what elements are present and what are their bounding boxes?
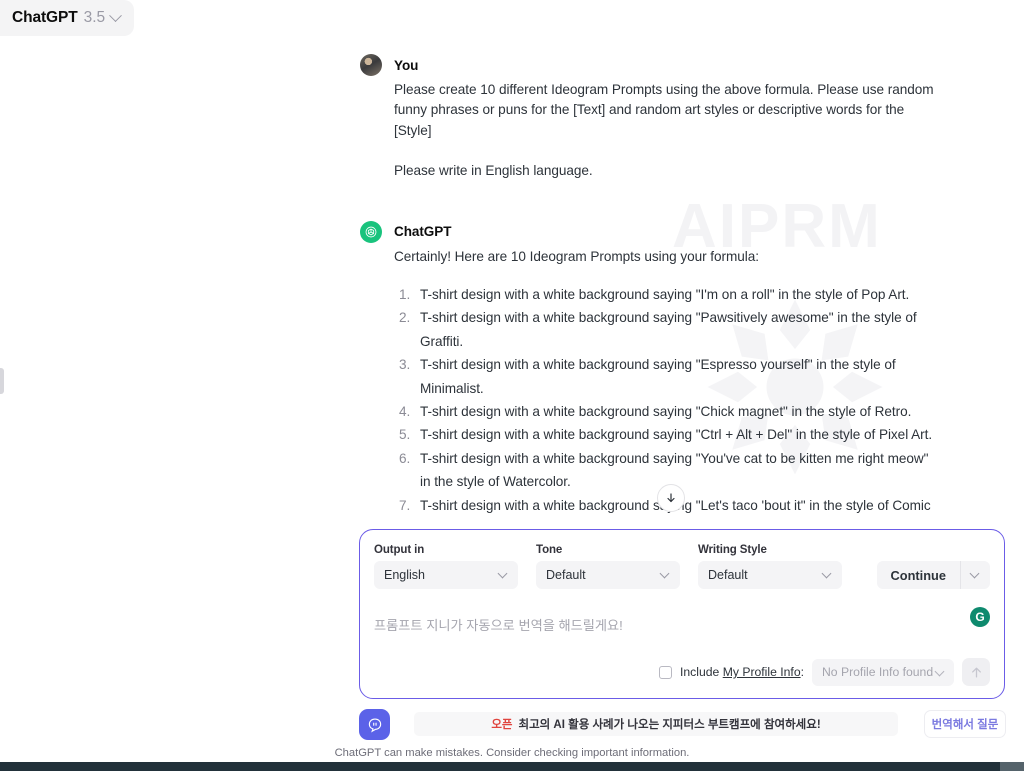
writing-style-control: Writing Style Default xyxy=(698,544,842,589)
prompt-genie-launcher-button[interactable] xyxy=(359,709,390,740)
include-suffix: : xyxy=(800,665,804,679)
my-profile-info-link[interactable]: My Profile Info xyxy=(723,665,801,679)
chatgpt-window: ChatGPT 3.5 AIPRM You Please create 10 d… xyxy=(0,0,1024,771)
translate-question-button[interactable]: 번역해서 질문 xyxy=(924,710,1006,738)
model-name: ChatGPT xyxy=(12,9,78,26)
chevron-down-icon xyxy=(109,8,123,22)
tone-select[interactable]: Default xyxy=(536,561,680,589)
user-message: You Please create 10 different Ideogram … xyxy=(360,52,940,182)
writing-style-value: Default xyxy=(708,568,748,582)
scroll-to-bottom-button[interactable] xyxy=(657,484,685,512)
output-in-label: Output in xyxy=(374,544,425,556)
conversation-thread: You Please create 10 different Ideogram … xyxy=(360,52,940,517)
include-profile-checkbox[interactable] xyxy=(659,665,673,679)
user-message-header: You xyxy=(360,52,940,78)
os-taskbar-right-section xyxy=(1000,762,1024,771)
chevron-down-icon xyxy=(934,666,945,676)
genie-refresh-icon[interactable]: G xyxy=(970,607,990,627)
include-profile-label: Include My Profile Info: xyxy=(680,665,804,679)
prompt-list: T-shirt design with a white background s… xyxy=(414,283,940,517)
assistant-message-header: ChatGPT xyxy=(360,219,940,245)
list-item: T-shirt design with a white background s… xyxy=(414,400,940,423)
openai-logo-icon xyxy=(360,220,382,243)
continue-button-group[interactable]: Continue xyxy=(876,561,990,589)
continue-button[interactable]: Continue xyxy=(877,561,960,589)
assistant-message: ChatGPT Certainly! Here are 10 Ideogram … xyxy=(360,219,940,517)
assistant-intro: Certainly! Here are 10 Ideogram Prompts … xyxy=(394,248,759,264)
prompt-input-row[interactable]: 프롬프트 지니가 자동으로 번역을 해드릴게요! G xyxy=(374,607,990,641)
continue-dropdown-button[interactable] xyxy=(960,561,990,589)
tone-value: Default xyxy=(546,568,586,582)
promo-tag: 오픈 xyxy=(491,719,513,731)
translate-question-label: 번역해서 질문 xyxy=(931,719,999,731)
list-item: T-shirt design with a white background s… xyxy=(414,353,940,400)
chevron-down-icon xyxy=(821,568,832,579)
output-in-value: English xyxy=(384,568,425,582)
output-in-select[interactable]: English xyxy=(374,561,518,589)
user-avatar xyxy=(360,54,382,76)
disclaimer-text: ChatGPT can make mistakes. Consider chec… xyxy=(334,747,690,759)
model-switcher-button[interactable]: ChatGPT 3.5 xyxy=(0,0,135,36)
user-message-body: Please create 10 different Ideogram Prom… xyxy=(394,80,940,182)
sidebar-toggle-handle[interactable] xyxy=(0,368,4,394)
chevron-down-icon xyxy=(969,568,980,579)
promo-banner[interactable]: 오픈 최고의 AI 활용 사례가 나오는 지피터스 부트캠프에 참여하세요! xyxy=(414,712,898,736)
aiprm-composer-panel: Output in English Tone Default Writing S… xyxy=(359,529,1005,699)
writing-style-select[interactable]: Default xyxy=(698,561,842,589)
promo-text: 최고의 AI 활용 사례가 나오는 지피터스 부트캠프에 참여하세요! xyxy=(518,719,821,731)
chevron-down-icon xyxy=(497,568,508,579)
user-paragraph: Please write in English language. xyxy=(394,163,593,179)
tone-label: Tone xyxy=(536,544,563,556)
list-item: T-shirt design with a white background s… xyxy=(414,283,940,306)
model-version: 3.5 xyxy=(83,9,106,26)
list-item: T-shirt design with a white background s… xyxy=(414,306,940,353)
send-button[interactable] xyxy=(962,658,990,686)
include-prefix: Include xyxy=(680,665,723,679)
output-in-control: Output in English xyxy=(374,544,518,589)
profile-info-value: No Profile Info found xyxy=(822,665,934,679)
aiprm-controls-row: Output in English Tone Default Writing S… xyxy=(360,530,1004,589)
writing-style-label: Writing Style xyxy=(698,544,767,556)
list-item: T-shirt design with a white background s… xyxy=(414,423,940,446)
assistant-author-name: ChatGPT xyxy=(394,224,452,240)
prompt-input-placeholder: 프롬프트 지니가 자동으로 번역을 해드릴게요! xyxy=(374,617,623,633)
user-paragraph: Please create 10 different Ideogram Prom… xyxy=(394,82,934,138)
tone-control: Tone Default xyxy=(536,544,680,589)
profile-info-select[interactable]: No Profile Info found xyxy=(812,658,954,686)
os-taskbar xyxy=(0,762,1024,771)
user-author-name: You xyxy=(394,57,419,73)
chevron-down-icon xyxy=(659,568,670,579)
profile-info-row: Include My Profile Info: No Profile Info… xyxy=(659,658,990,686)
assistant-message-body: Certainly! Here are 10 Ideogram Prompts … xyxy=(394,247,940,517)
